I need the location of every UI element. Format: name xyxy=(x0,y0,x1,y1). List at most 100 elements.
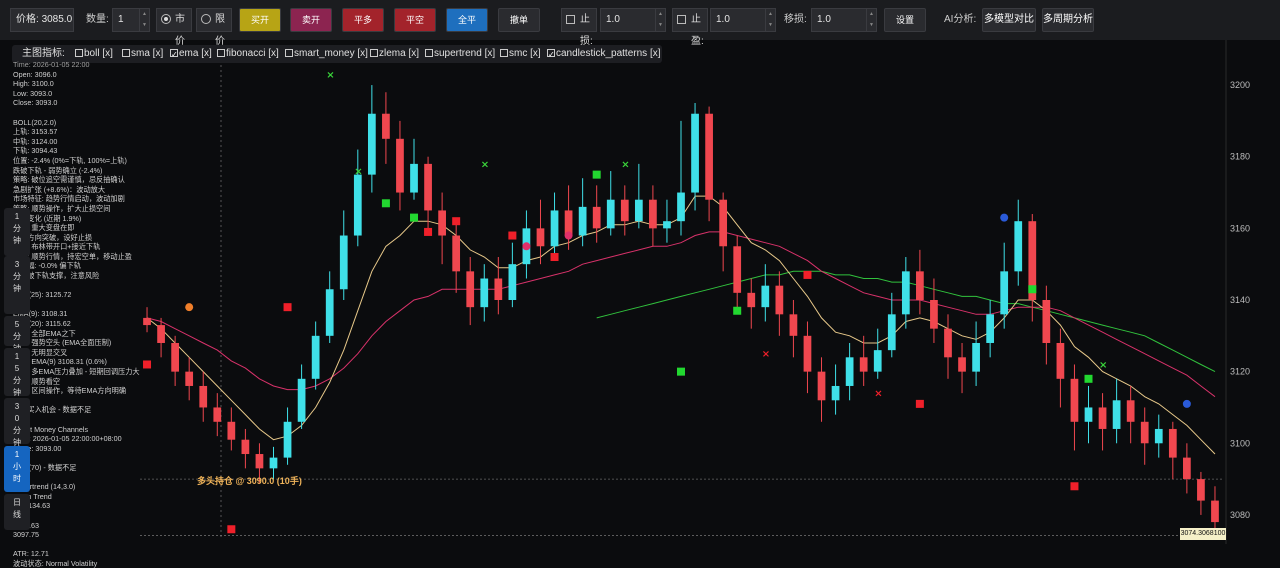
take-profit-checkbox[interactable]: 止盈: xyxy=(672,8,708,47)
candle-body xyxy=(873,350,882,372)
indicator-label: supertrend [x] xyxy=(434,48,496,59)
candle-body xyxy=(901,271,910,315)
take-profit-stepper[interactable]: ▲ ▼ xyxy=(765,9,775,31)
timeframe-button[interactable]: 3 0 分 钟 xyxy=(4,398,30,447)
candle-body xyxy=(199,385,208,408)
indicator-label: ema [x] xyxy=(179,48,212,59)
indicator-toggle-zlema[interactable]: zlema [x] xyxy=(370,45,419,63)
info-line: 观点: 布林带开口+接近下轨 xyxy=(13,242,101,252)
checkbox-icon xyxy=(75,49,83,57)
pattern-marker-cross: × xyxy=(1099,360,1107,371)
info-line xyxy=(13,108,143,118)
info-line: Close: 3093.0 xyxy=(13,98,58,108)
candle-body xyxy=(353,174,362,236)
indicator-toggle-ema[interactable]: ema [x] xyxy=(170,45,212,64)
candle-body xyxy=(789,314,798,336)
sell-open-button[interactable]: 卖开 xyxy=(290,8,332,32)
stop-loss-stepper[interactable]: ▲ ▼ xyxy=(655,9,665,31)
limit-order-radio[interactable]: 限价 xyxy=(196,8,232,47)
pattern-marker-cross: × xyxy=(481,159,489,170)
pattern-marker-square xyxy=(143,360,152,369)
position-note: 多头持仓 @ 3090.0 (10手) xyxy=(197,476,302,486)
settings-button[interactable]: 设置 xyxy=(884,8,926,32)
indicator-toggle-smart_money[interactable]: smart_money [x] xyxy=(285,45,368,63)
candle-body xyxy=(578,206,587,236)
candle-body xyxy=(831,385,840,401)
indicator-toggle-fibonacci[interactable]: fibonacci [x] xyxy=(217,45,279,63)
indicator-toggle-supertrend[interactable]: supertrend [x] xyxy=(425,45,495,63)
info-line xyxy=(13,415,143,425)
candlestick-chart[interactable]: 3080 3100 3120 3140 3160 3180 3200 × × × × × × × xyxy=(0,40,1280,544)
timeframe-button[interactable]: 1 分 钟 xyxy=(4,208,30,256)
current-price-tag: 3074.3068100 xyxy=(1180,528,1226,540)
stop-loss-checkbox[interactable]: 止损: xyxy=(561,8,597,47)
withdraw-button[interactable]: 撤单 xyxy=(498,8,540,32)
candle-body xyxy=(1168,428,1177,458)
multi-period-button[interactable]: 多周期分析 xyxy=(1042,8,1094,32)
candle-body xyxy=(719,199,728,247)
multi-model-button[interactable]: 多模型对比 xyxy=(982,8,1036,32)
radio-selected-icon xyxy=(161,14,171,24)
candle-body xyxy=(339,235,348,290)
close-short-button[interactable]: 平空 xyxy=(394,8,436,32)
take-profit-input[interactable]: 1.0 ▲ ▼ xyxy=(710,8,776,32)
info-line: ATR: 12.71 xyxy=(13,549,49,559)
timeframe-button[interactable]: 5 分 钟 xyxy=(4,316,30,353)
price-input[interactable]: 价格: 3085.0 xyxy=(10,8,74,32)
candle-body xyxy=(705,113,713,200)
close-all-button[interactable]: 全平 xyxy=(446,8,488,32)
stop-loss-input[interactable]: 1.0 ▲ ▼ xyxy=(600,8,666,32)
candle-body xyxy=(213,407,222,422)
checkbox-checked-icon xyxy=(547,46,555,64)
info-line: 策略: 顺势行情，持宏空单，移动止盈 xyxy=(13,251,132,261)
candle-body xyxy=(958,357,966,372)
info-line: 回踩买入机会 - 数据不足 xyxy=(13,405,92,415)
info-line: 值: 3134.63 xyxy=(13,501,51,511)
info-line: 涨跌幅: -0.0% 偏下轨 xyxy=(13,261,81,271)
timeframe-button[interactable]: 1 5 分 钟 xyxy=(4,348,30,397)
info-line: 中轨: 3124.00 xyxy=(13,136,58,146)
qty-stepper[interactable]: ▲ ▼ xyxy=(139,9,149,31)
candle-body xyxy=(606,199,615,229)
info-line: 偏跌破下轨支撑，注意风险 xyxy=(13,271,100,281)
timeframe-button[interactable]: 日 线 xyxy=(4,494,30,530)
info-line: 波动状态: Normal Volatility xyxy=(13,558,98,568)
close-long-button[interactable]: 平多 xyxy=(342,8,384,32)
timeframe-button[interactable]: 1 小 时 xyxy=(4,446,30,492)
trailing-stepper[interactable]: ▲ ▼ xyxy=(866,9,876,31)
info-line: Down Trend xyxy=(13,491,52,501)
candle-body xyxy=(916,271,924,300)
indicator-label: candlestick_patterns [x] xyxy=(556,48,661,59)
checkbox-checked-icon xyxy=(170,46,178,64)
candle-body xyxy=(452,235,461,272)
trailing-input[interactable]: 1.0 ▲ ▼ xyxy=(811,8,877,32)
info-line: EMA(20): 3115.62 xyxy=(13,319,71,329)
indicator-label: smc [x] xyxy=(509,48,541,59)
pattern-marker-square xyxy=(508,231,517,240)
info-line: 关注方向突破，设好止损 xyxy=(13,232,93,242)
indicator-toggle-smc[interactable]: smc [x] xyxy=(500,45,541,63)
timeframe-button[interactable]: 3 分 钟 xyxy=(4,256,30,314)
candle-body xyxy=(930,300,938,329)
pattern-marker-square xyxy=(283,303,292,312)
pattern-marker-square xyxy=(227,525,236,534)
buy-open-button[interactable]: 买开 xyxy=(239,8,281,32)
indicator-label: fibonacci [x] xyxy=(226,48,279,59)
info-line: Open: 3096.0 xyxy=(13,69,57,79)
candle-body xyxy=(634,199,643,222)
candle-body xyxy=(775,285,784,315)
pattern-marker-square xyxy=(592,170,601,179)
candle-body xyxy=(1042,300,1051,343)
market-order-radio[interactable]: 市价 xyxy=(156,8,192,47)
indicator-toggle-candlestick_patterns[interactable]: candlestick_patterns [x] xyxy=(547,45,661,64)
info-line: 排列: 全部EMA之下 xyxy=(13,328,76,338)
price-value: 3085.0 xyxy=(41,14,73,25)
candle-body xyxy=(747,292,756,308)
info-line: 观点: 多EMA压力叠加 - 短期回调压力大 xyxy=(13,367,140,376)
candle-body xyxy=(663,221,671,229)
candle-body xyxy=(424,163,432,211)
candle-body xyxy=(691,113,699,193)
qty-input[interactable]: 1 ▲ ▼ xyxy=(112,8,150,32)
pattern-marker-cross: × xyxy=(874,389,882,400)
candle-body xyxy=(1211,500,1219,523)
